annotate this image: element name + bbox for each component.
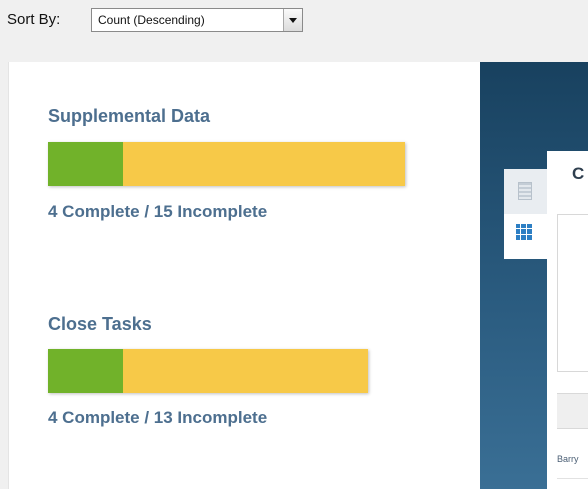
sort-by-dropdown[interactable]: Count (Descending) [91, 8, 303, 32]
supplemental-data-counts: 4 Complete / 15 Incomplete [48, 202, 268, 221]
sort-toolbar: Sort By: Count (Descending) [0, 0, 588, 63]
left-gutter [0, 62, 8, 489]
tab-grid-view[interactable] [504, 214, 547, 259]
close-tasks-counts: 4 Complete / 13 Incomplete [48, 408, 268, 427]
card-content-box [557, 214, 588, 372]
card-row-divider [557, 478, 588, 479]
progress-panel: Supplemental Data 4 Complete / 15 Incomp… [8, 62, 481, 489]
close-tasks-complete-fill [48, 349, 124, 393]
close-tasks-title: Close Tasks [48, 314, 152, 334]
sort-by-selected-value: Count (Descending) [98, 13, 205, 27]
supplemental-data-title: Supplemental Data [48, 106, 211, 126]
supplemental-data-progress-bar[interactable] [48, 142, 405, 186]
supplemental-data-complete-fill [48, 142, 124, 186]
sort-by-label: Sort By: [7, 11, 61, 28]
card-table-header [557, 393, 588, 429]
close-tasks-progress-bar[interactable] [48, 349, 368, 393]
chevron-down-icon[interactable] [283, 9, 302, 31]
card-table-row-name[interactable]: Barry [557, 454, 588, 464]
list-icon [518, 182, 532, 200]
tab-list-view[interactable] [504, 169, 547, 214]
grid-icon [516, 224, 532, 240]
card-title: C [572, 164, 585, 183]
